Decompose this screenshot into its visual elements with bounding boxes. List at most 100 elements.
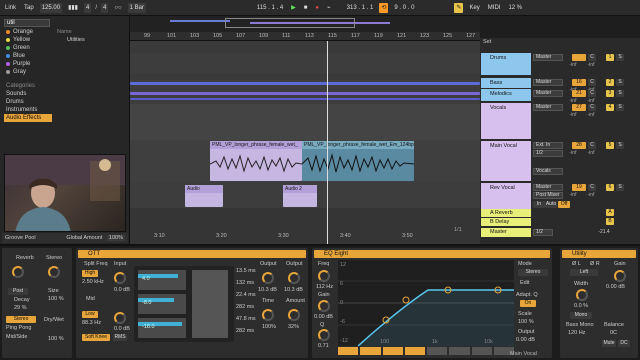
lane-melodics[interactable] [130, 92, 480, 104]
eq-band-3-button[interactable] [382, 347, 403, 355]
eq-gain-value[interactable]: 0.00 dB [314, 314, 333, 320]
monitor-off-button[interactable]: Off [558, 201, 570, 208]
utility-gain-knob[interactable] [614, 270, 626, 282]
utility-dc-button[interactable]: DC [618, 340, 630, 347]
midi-map-button[interactable]: MIDI [486, 3, 503, 13]
eq-band-2-button[interactable] [360, 347, 381, 355]
track-activator-button[interactable]: 2 [606, 79, 614, 86]
metronome-icon[interactable]: ○○ [112, 3, 123, 13]
solo-button[interactable]: S [616, 54, 624, 61]
clip-audio-1[interactable]: Audio [185, 185, 223, 207]
browser-item[interactable]: Utilities [63, 36, 129, 44]
track-pan[interactable]: C [588, 184, 596, 191]
master-output-select[interactable]: 1/2 [533, 229, 553, 236]
reverb-knob-2[interactable] [48, 266, 60, 278]
track-volume[interactable]: 27 [572, 104, 586, 111]
track-activator-button[interactable]: 4 [606, 104, 614, 111]
eq-band-4-button[interactable] [404, 347, 425, 355]
track-volume[interactable] [572, 54, 586, 61]
ott-time-readout[interactable]: 282 ms [236, 328, 254, 334]
ott-time-readout[interactable]: 13.5 ms [236, 268, 256, 274]
track-volume[interactable]: 28 [572, 142, 586, 149]
loop-start-field[interactable]: 313 . 1 . 1 [345, 3, 376, 13]
eq-freq-value[interactable]: 112 Hz [316, 284, 333, 290]
draw-mode-icon[interactable]: ✎ [454, 2, 464, 13]
category-item[interactable]: Drums [4, 98, 52, 106]
solo-button[interactable]: S [616, 104, 624, 111]
category-item[interactable]: Audio Effects [4, 114, 52, 122]
ott-amount-knob[interactable] [288, 309, 300, 321]
mixer-track-drums[interactable]: Drums [481, 53, 531, 75]
track-output-select[interactable]: Master [533, 79, 563, 86]
mixer-track-bass[interactable]: Bass [481, 78, 531, 88]
ott-time-knob[interactable] [262, 309, 274, 321]
arrangement-overview[interactable] [130, 16, 480, 32]
loop-length-field[interactable]: 9 . 0 . 0 [392, 3, 416, 13]
ott-input-value[interactable]: 0.0 dB [114, 287, 130, 293]
ott-time-readout[interactable]: 22.4 ms [236, 292, 256, 298]
eq-adapt-q-toggle[interactable]: On [520, 300, 536, 307]
reverb-stereo-button[interactable]: Stereo [6, 316, 36, 323]
automation-icon[interactable]: ⌁ [325, 3, 333, 13]
track-pan[interactable]: C [588, 142, 596, 149]
collection-orange[interactable]: Orange [4, 28, 52, 36]
mixer-track-vocals[interactable]: Vocals [481, 103, 531, 139]
monitor-auto-button[interactable]: Auto [545, 201, 557, 208]
record-icon[interactable]: ● [313, 3, 321, 13]
play-icon[interactable]: ▶ [289, 3, 298, 13]
reverb-post-select[interactable]: Post [8, 288, 28, 295]
eq-edit-label[interactable]: Edit [520, 280, 529, 286]
reverb-drywet-value[interactable]: 100 % [48, 336, 64, 342]
lane-main-vocal[interactable]: PML_VP_longer_phrase_female_wet_ PML_VP_… [130, 140, 480, 182]
eq-band-6-button[interactable] [449, 347, 470, 355]
lane-bass[interactable] [130, 80, 480, 92]
main-vocal-input-select-1[interactable]: 1/2 [533, 150, 563, 157]
collection-purple[interactable]: Purple [4, 60, 52, 68]
track-volume[interactable]: 19 [572, 184, 586, 191]
track-pan[interactable]: C [588, 104, 596, 111]
category-item[interactable]: Sounds [4, 90, 52, 98]
eq-scale-value[interactable]: 100 % [518, 319, 534, 325]
quantize-select[interactable]: 1 Bar [127, 2, 146, 13]
collection-gray[interactable]: Gray [4, 68, 52, 76]
utility-width-value[interactable]: 0.0 % [574, 303, 588, 309]
ott-time-readout[interactable]: 282 ms [236, 304, 254, 310]
mixer-track-melodics[interactable]: Melodics [481, 89, 531, 101]
eq-q-knob[interactable] [318, 329, 330, 341]
eq-gain-knob[interactable] [318, 300, 330, 312]
utility-mono-button[interactable]: Mono [570, 312, 592, 319]
solo-button[interactable]: S [616, 142, 624, 149]
collection-green[interactable]: Green [4, 44, 52, 52]
solo-button[interactable]: S [616, 90, 624, 97]
main-vocal-input-select-2[interactable]: Vocals [533, 168, 563, 175]
return-track[interactable]: A Reverb [481, 209, 531, 217]
track-pan[interactable]: C [588, 90, 596, 97]
track-volume[interactable]: 16 [572, 79, 586, 86]
eq-output-value[interactable]: 0.00 dB [516, 337, 535, 343]
eq-mode-select[interactable]: Stereo [518, 269, 548, 276]
track-output-select[interactable]: Master [533, 54, 563, 61]
ott-time-readout[interactable]: 132 ms [236, 280, 254, 286]
track-activator-button[interactable]: 6 [606, 184, 614, 191]
track-activator-button[interactable]: 1 [606, 54, 614, 61]
eq-band-7-button[interactable] [471, 347, 492, 355]
sig-den-field[interactable]: 4 [100, 2, 109, 13]
utility-gain-value[interactable]: 0.00 dB [606, 284, 625, 290]
track-activator-button[interactable]: 3 [606, 90, 614, 97]
ott-input-knob-2[interactable] [114, 312, 126, 324]
eq-band-5-button[interactable] [427, 347, 448, 355]
browser-search-input[interactable]: util [4, 19, 50, 27]
tempo-nudge-icon[interactable]: ▮▮▮ [66, 3, 80, 13]
track-output-select[interactable]: Ext. In [533, 142, 563, 149]
solo-button[interactable]: S [616, 184, 624, 191]
ott-time-value[interactable]: 100% [262, 324, 276, 330]
return-activator-button[interactable]: A [606, 209, 614, 216]
loop-toggle-icon[interactable]: ⟲ [379, 2, 389, 13]
ott-input-knob[interactable] [114, 272, 126, 284]
utility-bass-freq[interactable]: 120 Hz [568, 330, 585, 336]
eq-freq-knob[interactable] [318, 270, 330, 282]
tap-button[interactable]: Tap [22, 3, 36, 13]
stop-icon[interactable]: ■ [302, 3, 310, 13]
return-activator-button[interactable]: B [606, 218, 614, 225]
utility-balance-value[interactable]: 0C [610, 330, 617, 336]
